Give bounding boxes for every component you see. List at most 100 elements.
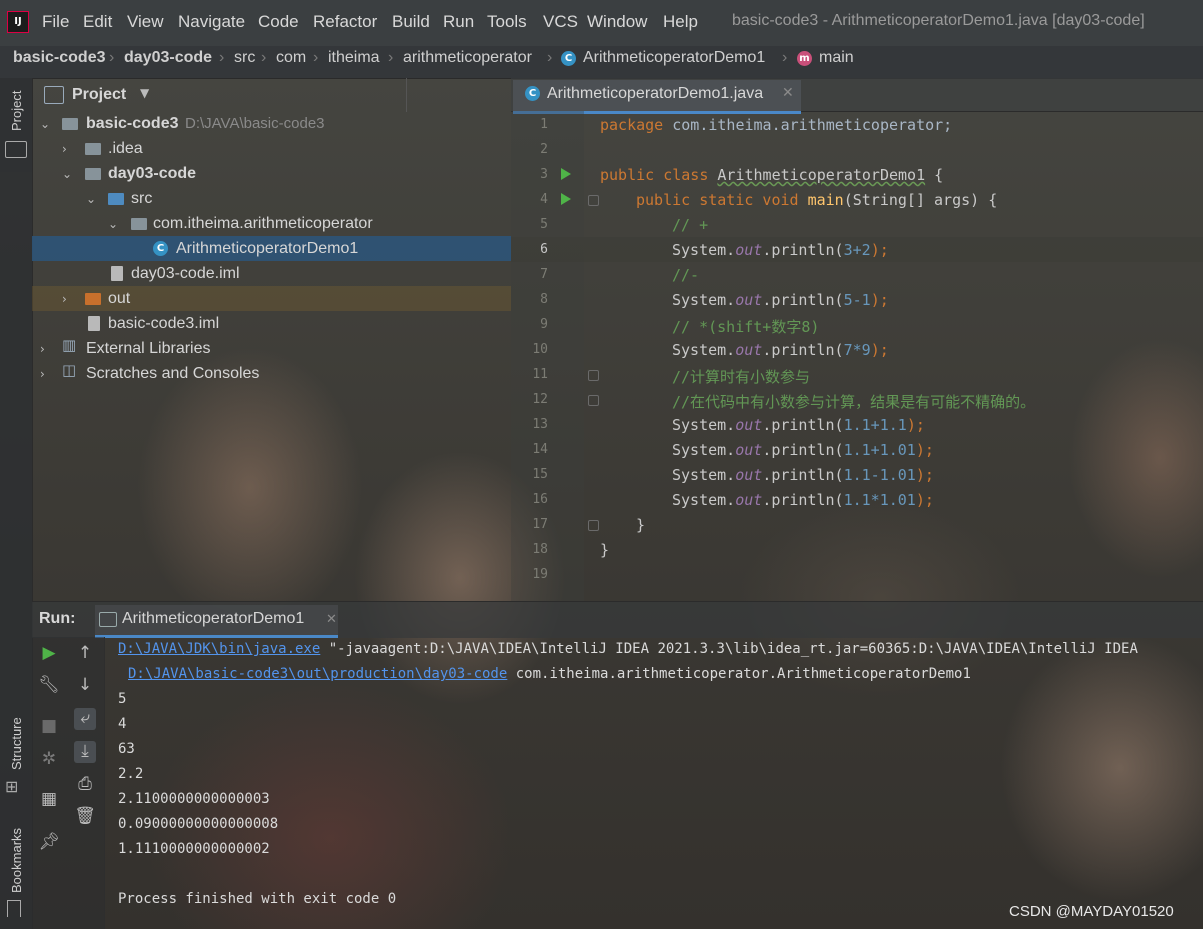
code-line-10[interactable]: System.out.println(7*9); bbox=[672, 341, 889, 359]
tree-item-idea[interactable]: › .idea bbox=[62, 136, 143, 161]
code-line-1[interactable]: package com.itheima.arithmeticoperator; bbox=[600, 116, 952, 134]
tree-label: com.itheima.arithmeticoperator bbox=[153, 215, 373, 232]
menu-help[interactable]: Help bbox=[663, 12, 698, 32]
editor-tab-label[interactable]: ArithmeticoperatorDemo1.java bbox=[547, 85, 763, 103]
menu-tools[interactable]: Tools bbox=[487, 12, 527, 32]
menu-refactor[interactable]: Refactor bbox=[313, 12, 377, 32]
menu-file[interactable]: File bbox=[42, 12, 69, 32]
menu-run[interactable]: Run bbox=[443, 12, 474, 32]
tree-item-day03-code[interactable]: ⌄ day03-code bbox=[62, 161, 196, 186]
run-tab-label[interactable]: ArithmeticoperatorDemo1 bbox=[122, 610, 304, 628]
run-panel-title: Run: bbox=[39, 610, 76, 627]
menu-view[interactable]: View bbox=[127, 12, 164, 32]
code-line-4[interactable]: public static void main(String[] args) { bbox=[636, 191, 997, 209]
crumb-itheima[interactable]: itheima bbox=[328, 49, 380, 67]
libraries-icon: ▥ bbox=[62, 336, 77, 354]
crumb-basic-code3[interactable]: basic-code3 bbox=[13, 49, 105, 67]
crumb-arithmeticoperator[interactable]: arithmeticoperator bbox=[403, 49, 532, 67]
layout-icon[interactable]: ▦ bbox=[38, 789, 60, 811]
code-line-5[interactable]: // + bbox=[672, 216, 708, 234]
chevron-down-icon[interactable]: ⌄ bbox=[108, 217, 118, 231]
tree-item-package[interactable]: ⌄ com.itheima.arithmeticoperator bbox=[108, 211, 373, 236]
method-icon: m bbox=[797, 51, 812, 66]
code-line-11[interactable]: //计算时有小数参与 bbox=[672, 366, 810, 387]
tree-label: basic-code3 bbox=[86, 115, 179, 132]
close-icon[interactable]: ✕ bbox=[326, 612, 337, 627]
line-number: 17 bbox=[532, 517, 548, 532]
trash-icon[interactable]: 🗑︎ bbox=[74, 806, 96, 828]
line-number-current: 6 bbox=[540, 242, 548, 257]
chevron-right-icon[interactable]: › bbox=[62, 142, 67, 156]
fold-icon[interactable] bbox=[588, 370, 599, 381]
tree-item-src[interactable]: ⌄ src bbox=[86, 186, 152, 211]
tree-item-out[interactable]: › out bbox=[62, 286, 130, 311]
code-line-16[interactable]: System.out.println(1.1*1.01); bbox=[672, 491, 934, 509]
tree-item-basic-code3[interactable]: ⌄ basic-code3 D:\JAVA\basic-code3 bbox=[40, 111, 325, 136]
debug-icon[interactable]: ✲ bbox=[38, 749, 60, 771]
structure-tab-label[interactable]: Structure bbox=[9, 717, 24, 770]
line-number: 4 bbox=[540, 192, 548, 207]
tree-item-external-libraries[interactable]: › ▥ External Libraries bbox=[40, 336, 211, 361]
menu-vcs[interactable]: VCS bbox=[543, 12, 578, 32]
fold-icon[interactable] bbox=[588, 395, 599, 406]
menu-navigate[interactable]: Navigate bbox=[178, 12, 245, 32]
wrench-icon[interactable]: 🔧︎ bbox=[38, 675, 60, 697]
java-exe-link[interactable]: D:\JAVA\JDK\bin\java.exe bbox=[118, 641, 320, 657]
code-line-14[interactable]: System.out.println(1.1+1.01); bbox=[672, 441, 934, 459]
pin-icon[interactable]: 📌︎ bbox=[38, 832, 60, 854]
run-class-icon[interactable] bbox=[561, 168, 571, 180]
arrow-up-icon[interactable]: ↑ bbox=[74, 643, 96, 665]
line-number: 10 bbox=[532, 342, 548, 357]
crumb-com[interactable]: com bbox=[276, 49, 306, 67]
code-line-9[interactable]: // *(shift+数字8) bbox=[672, 316, 819, 337]
bookmarks-tab-label[interactable]: Bookmarks bbox=[9, 828, 24, 893]
chevron-down-icon[interactable]: ⌄ bbox=[62, 167, 72, 181]
project-panel-title[interactable]: Project bbox=[72, 86, 126, 104]
crumb-src[interactable]: src bbox=[234, 49, 255, 67]
project-tab-label[interactable]: Project bbox=[9, 91, 24, 131]
chevron-down-icon[interactable]: ⌄ bbox=[40, 117, 50, 131]
tree-item-scratches[interactable]: › ◫ Scratches and Consoles bbox=[40, 361, 259, 386]
chevron-right-icon: › bbox=[547, 49, 553, 66]
structure-icon[interactable]: ⊞ bbox=[5, 777, 23, 796]
console-output-line: 1.1110000000000002 bbox=[118, 841, 270, 857]
code-line-17[interactable]: } bbox=[636, 516, 645, 534]
code-line-18[interactable]: } bbox=[600, 541, 609, 559]
close-icon[interactable]: ✕ bbox=[782, 85, 794, 101]
rerun-icon[interactable]: ▶ bbox=[38, 643, 60, 665]
print-icon[interactable]: ⎙ bbox=[74, 774, 96, 796]
code-line-3[interactable]: public class ArithmeticoperatorDemo1 { bbox=[600, 166, 943, 184]
line-number: 3 bbox=[540, 167, 548, 182]
code-line-12[interactable]: //在代码中有小数参与计算，结果是有可能不精确的。 bbox=[672, 391, 1035, 412]
dropdown-arrow-icon[interactable]: ▼ bbox=[140, 86, 149, 100]
code-line-6[interactable]: System.out.println(3+2); bbox=[672, 241, 889, 259]
fold-icon[interactable] bbox=[588, 195, 599, 206]
console-output-line: 0.09000000000000008 bbox=[118, 816, 279, 832]
chevron-right-icon: › bbox=[782, 49, 788, 66]
chevron-down-icon[interactable]: ⌄ bbox=[86, 192, 96, 206]
output-path-link[interactable]: D:\JAVA\basic-code3\out\production\day03… bbox=[128, 666, 507, 682]
code-line-8[interactable]: System.out.println(5-1); bbox=[672, 291, 889, 309]
fold-icon[interactable] bbox=[588, 520, 599, 531]
menu-code[interactable]: Code bbox=[258, 12, 299, 32]
java-class-icon: C bbox=[153, 241, 168, 256]
code-line-13[interactable]: System.out.println(1.1+1.1); bbox=[672, 416, 925, 434]
crumb-main[interactable]: main bbox=[819, 49, 854, 67]
bookmark-icon[interactable] bbox=[7, 900, 21, 917]
scroll-to-end-icon[interactable]: ⤓ bbox=[74, 741, 96, 763]
crumb-class[interactable]: ArithmeticoperatorDemo1 bbox=[583, 49, 765, 67]
menu-edit[interactable]: Edit bbox=[83, 12, 112, 32]
code-line-15[interactable]: System.out.println(1.1-1.01); bbox=[672, 466, 934, 484]
menu-build[interactable]: Build bbox=[392, 12, 430, 32]
chevron-right-icon[interactable]: › bbox=[40, 342, 45, 356]
chevron-right-icon: › bbox=[109, 49, 115, 66]
code-line-7[interactable]: //- bbox=[672, 266, 699, 284]
run-main-icon[interactable] bbox=[561, 193, 571, 205]
crumb-day03-code[interactable]: day03-code bbox=[124, 49, 212, 67]
arrow-down-icon[interactable]: ↓ bbox=[74, 675, 96, 697]
soft-wrap-icon[interactable]: ⤶ bbox=[74, 708, 96, 730]
chevron-right-icon[interactable]: › bbox=[40, 367, 45, 381]
menu-window[interactable]: Window bbox=[587, 12, 647, 32]
chevron-right-icon[interactable]: › bbox=[62, 292, 67, 306]
stop-icon[interactable]: ■ bbox=[38, 716, 60, 738]
